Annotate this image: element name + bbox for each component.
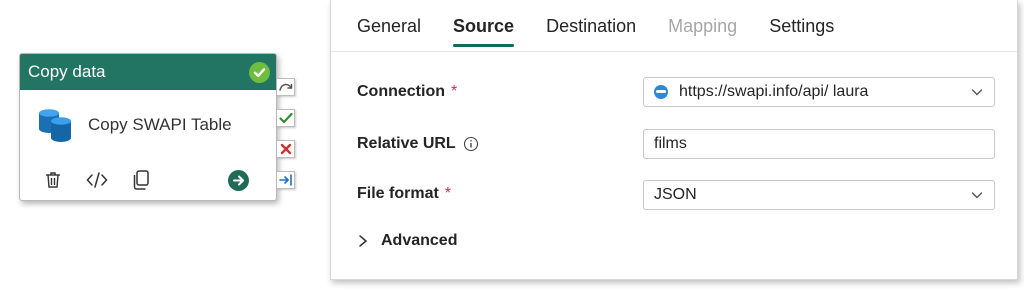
success-icon[interactable] (277, 109, 295, 127)
relative-url-input[interactable]: films (643, 129, 995, 159)
connection-value: https://swapi.info/api/ laura (679, 83, 869, 100)
tab-destination[interactable]: Destination (546, 16, 636, 47)
tab-source[interactable]: Source (453, 16, 515, 47)
skip-icon[interactable] (277, 78, 295, 96)
copy-icon[interactable] (129, 168, 153, 192)
property-tabs: General Source Destination Mapping Setti… (357, 16, 866, 47)
relative-url-value: films (654, 135, 687, 152)
connection-select[interactable]: https://swapi.info/api/ laura (643, 77, 995, 107)
tab-mapping: Mapping (668, 16, 738, 36)
completion-icon[interactable] (277, 171, 295, 189)
file-format-value: JSON (654, 186, 697, 203)
delete-icon[interactable] (41, 168, 65, 192)
activity-toolbar (20, 168, 276, 192)
code-icon[interactable] (85, 168, 109, 192)
copy-data-activity[interactable]: Copy data Copy SWAPI Table (19, 53, 277, 201)
connection-label: Connection * (357, 83, 457, 101)
tab-general[interactable]: General (357, 16, 421, 47)
relative-url-label: Relative URL (357, 135, 479, 153)
required-mark: * (451, 83, 458, 100)
relative-url-label-text: Relative URL (357, 135, 456, 152)
chevron-down-icon (970, 188, 984, 207)
chevron-down-icon (970, 85, 984, 104)
activity-name: Copy SWAPI Table (88, 115, 232, 134)
advanced-expander[interactable]: Advanced (357, 232, 457, 250)
info-icon[interactable] (463, 136, 479, 152)
check-circle-icon (249, 61, 270, 83)
properties-panel: General Source Destination Mapping Setti… (330, 0, 1018, 280)
advanced-label: Advanced (381, 232, 458, 249)
file-format-label-text: File format (357, 185, 439, 202)
failure-icon[interactable] (277, 140, 295, 158)
run-arrow-icon[interactable] (226, 168, 250, 192)
database-copy-icon (36, 106, 74, 144)
activity-ports (277, 78, 297, 202)
http-globe-icon (654, 85, 668, 99)
required-mark: * (444, 185, 452, 202)
activity-body: Copy SWAPI Table (20, 90, 276, 144)
tab-settings[interactable]: Settings (769, 16, 834, 47)
connection-label-text: Connection (357, 83, 445, 100)
tab-divider (331, 51, 1017, 52)
file-format-label: File format * (357, 185, 451, 203)
chevron-right-icon (359, 235, 368, 247)
file-format-select[interactable]: JSON (643, 180, 995, 210)
activity-header: Copy data (20, 54, 276, 90)
activity-type-label: Copy data (28, 62, 106, 81)
